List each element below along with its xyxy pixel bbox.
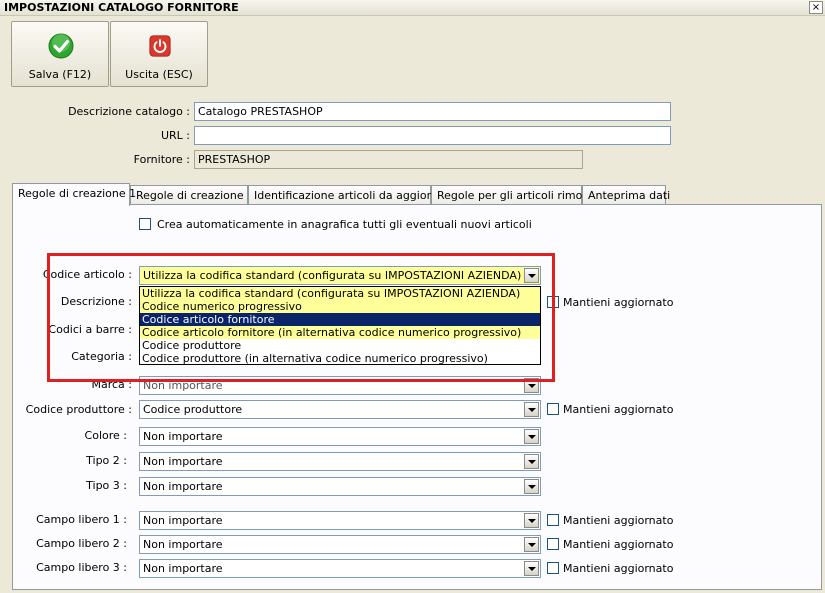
chevron-down-icon[interactable] [524, 378, 539, 393]
tipo3-select[interactable]: Non importare [139, 477, 541, 496]
chevron-down-icon[interactable] [524, 402, 539, 417]
fornitore-field: PRESTASHOP [194, 150, 583, 169]
codice-produttore-mantieni-label: Mantieni aggiornato [563, 403, 674, 416]
campo-libero-3-value: Non importare [143, 562, 223, 575]
tipo3-value: Non importare [143, 480, 223, 493]
codice-produttore-mantieni-checkbox[interactable] [547, 403, 559, 415]
tab-articoli-rimossi[interactable]: Regole per gli articoli rimossi [431, 185, 597, 205]
campo-libero-2-mantieni-label: Mantieni aggiornato [563, 538, 674, 551]
dropdown-option-selected[interactable]: Codice articolo fornitore [140, 313, 540, 326]
tipo2-select[interactable]: Non importare [139, 452, 541, 471]
auto-create-label: Crea automaticamente in anagrafica tutti… [157, 218, 532, 231]
campo-libero-1-label: Campo libero 1 : [36, 513, 127, 526]
power-icon [149, 35, 171, 57]
dropdown-option[interactable]: Codice produttore (in alternativa codice… [140, 352, 540, 365]
tab-panel [12, 204, 822, 590]
window-title: IMPOSTAZIONI CATALOGO FORNITORE [4, 1, 239, 14]
descrizione-catalogo-input[interactable]: Catalogo PRESTASHOP [194, 102, 671, 121]
codice-produttore-select[interactable]: Codice produttore [139, 400, 541, 419]
url-input[interactable] [194, 126, 671, 145]
codice-articolo-dropdown-list: Utilizza la codifica standard (configura… [139, 286, 541, 365]
colore-label: Colore : [84, 429, 127, 442]
descrizione-mantieni-label: Mantieni aggiornato [563, 296, 674, 309]
chevron-down-icon[interactable] [524, 479, 539, 494]
campo-libero-1-select[interactable]: Non importare [139, 511, 541, 530]
descrizione-label: Descrizione : [60, 295, 132, 308]
chevron-down-icon[interactable] [524, 268, 539, 283]
tab-regole-creazione-2[interactable]: Regole di creazione 2 [130, 185, 254, 205]
campo-libero-3-label: Campo libero 3 : [36, 561, 127, 574]
check-circle-icon [48, 33, 74, 59]
marca-label: Marca : [91, 378, 132, 391]
marca-value: Non importare [143, 379, 223, 392]
campo-libero-1-mantieni-label: Mantieni aggiornato [563, 514, 674, 527]
campo-libero-1-mantieni-checkbox[interactable] [547, 514, 559, 526]
descrizione-catalogo-label: Descrizione catalogo : [68, 105, 190, 118]
auto-create-checkbox[interactable] [139, 218, 151, 230]
campo-libero-2-value: Non importare [143, 538, 223, 551]
exit-button[interactable]: Uscita (ESC) [110, 21, 208, 87]
chevron-down-icon[interactable] [524, 454, 539, 469]
codice-produttore-value: Codice produttore [143, 403, 243, 416]
chevron-down-icon[interactable] [524, 429, 539, 444]
close-button[interactable]: × [809, 1, 823, 14]
fornitore-label: Fornitore : [133, 153, 190, 166]
campo-libero-3-mantieni-checkbox[interactable] [547, 562, 559, 574]
codice-articolo-value: Utilizza la codifica standard (configura… [143, 269, 522, 282]
campo-libero-2-select[interactable]: Non importare [139, 535, 541, 554]
dropdown-option[interactable]: Codice articolo fornitore (in alternativ… [140, 326, 540, 339]
dropdown-option[interactable]: Utilizza la codifica standard (configura… [140, 287, 540, 300]
save-button[interactable]: Salva (F12) [11, 21, 109, 87]
dropdown-option[interactable]: Codice produttore [140, 339, 540, 352]
dropdown-option[interactable]: Codice numerico progressivo [140, 300, 540, 313]
marca-select[interactable]: Non importare [139, 376, 541, 395]
campo-libero-2-mantieni-checkbox[interactable] [547, 538, 559, 550]
url-label: URL : [160, 129, 190, 142]
tab-regole-creazione-1[interactable]: Regole di creazione 1 [12, 183, 136, 206]
tipo2-label: Tipo 2 : [86, 454, 127, 467]
title-bar: IMPOSTAZIONI CATALOGO FORNITORE × [0, 0, 825, 16]
codice-articolo-label: Codice articolo : [42, 268, 132, 281]
colore-value: Non importare [143, 430, 223, 443]
chevron-down-icon[interactable] [524, 561, 539, 576]
tab-identificazione-articoli[interactable]: Identificazione articoli da aggiornare [248, 185, 456, 205]
codici-barre-label: Codici a barre : [48, 323, 132, 336]
colore-select[interactable]: Non importare [139, 427, 541, 446]
codice-produttore-label: Codice produttore : [25, 403, 132, 416]
campo-libero-3-mantieni-label: Mantieni aggiornato [563, 562, 674, 575]
tipo2-value: Non importare [143, 455, 223, 468]
chevron-down-icon[interactable] [524, 537, 539, 552]
chevron-down-icon[interactable] [524, 513, 539, 528]
campo-libero-1-value: Non importare [143, 514, 223, 527]
tab-anteprima-dati[interactable]: Anteprima dati [582, 185, 670, 205]
descrizione-mantieni-checkbox[interactable] [547, 296, 559, 308]
save-button-label: Salva (F12) [28, 68, 92, 81]
campo-libero-2-label: Campo libero 2 : [36, 537, 127, 550]
campo-libero-3-select[interactable]: Non importare [139, 559, 541, 578]
categoria-label: Categoria : [71, 350, 132, 363]
codice-articolo-select[interactable]: Utilizza la codifica standard (configura… [139, 266, 541, 285]
tipo3-label: Tipo 3 : [86, 479, 127, 492]
exit-button-label: Uscita (ESC) [125, 68, 193, 81]
